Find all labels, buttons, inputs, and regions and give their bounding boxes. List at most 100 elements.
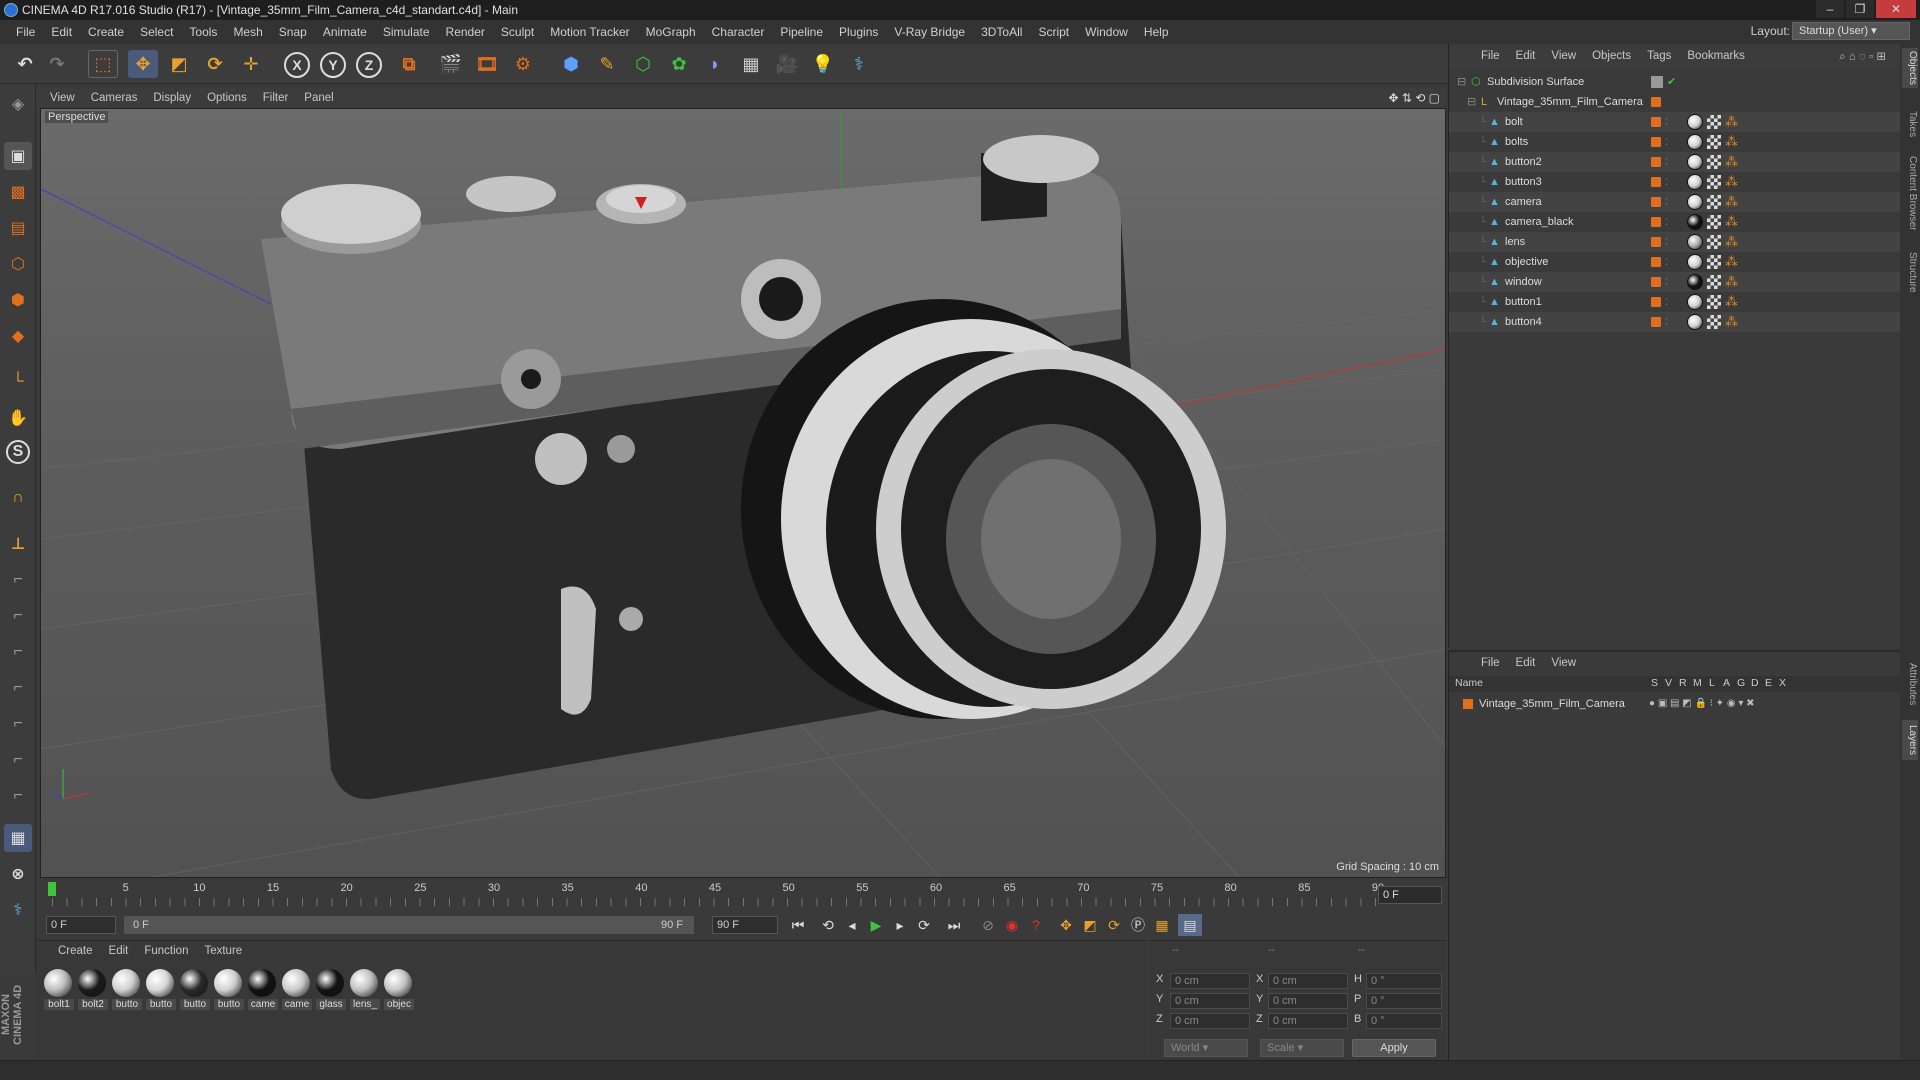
menu-character[interactable]: Character xyxy=(704,25,773,39)
uvw-tag-icon[interactable] xyxy=(1707,235,1721,249)
visibility-dots-icon[interactable]: ⁚ xyxy=(1665,232,1668,252)
move-tool-icon[interactable]: ✥ xyxy=(128,50,158,78)
material-tag-icon[interactable] xyxy=(1687,154,1703,170)
object-row-camera-black[interactable]: └ ▲ camera_black ⁚ ⁂ xyxy=(1449,212,1901,232)
coord-field[interactable]: 0 ° xyxy=(1366,993,1442,1009)
phong-tag-icon[interactable]: ⁂ xyxy=(1725,192,1738,212)
viewport-menu-options[interactable]: Options xyxy=(199,92,255,104)
menu-create[interactable]: Create xyxy=(80,25,132,39)
object-row-bolts[interactable]: └ ▲ bolts ⁚ ⁂ xyxy=(1449,132,1901,152)
snap-magnet-icon[interactable]: ∩ xyxy=(4,484,32,512)
tab-structure[interactable]: Structure xyxy=(1902,244,1918,300)
goto-end-icon[interactable]: ⏭ xyxy=(942,914,966,936)
z-axis-lock-icon[interactable]: Z xyxy=(356,52,382,78)
material-swatch[interactable]: came xyxy=(282,969,312,1010)
uvw-tag-icon[interactable] xyxy=(1707,135,1721,149)
visibility-dots-icon[interactable]: ⁚ xyxy=(1665,312,1668,332)
rotate-tool-icon[interactable]: ⟳ xyxy=(200,50,230,78)
render-picture-viewer-icon[interactable]: 🎞 xyxy=(472,50,502,78)
timeline-ruler[interactable]: 0 5 10 15 20 25 30 35 40 45 50 55 60 65 … xyxy=(40,880,1446,910)
polygons-mode-icon[interactable]: ◆ xyxy=(4,322,32,350)
uvw-tag-icon[interactable] xyxy=(1707,315,1721,329)
transform-tool-icon[interactable]: ✛ xyxy=(236,50,266,78)
brush-tool-3-icon[interactable]: ⌐ xyxy=(4,638,32,666)
material-tag-icon[interactable] xyxy=(1687,294,1703,310)
visibility-dots-icon[interactable]: ⁚ xyxy=(1665,192,1668,212)
object-manager-tools-icons[interactable]: ⌕ ⌂ ◌ ▫ ⊞ xyxy=(1831,49,1894,64)
layer-color-swatch[interactable] xyxy=(1651,76,1663,88)
phong-tag-icon[interactable]: ⁂ xyxy=(1725,292,1738,312)
tab-takes[interactable]: Takes xyxy=(1902,104,1918,144)
material-swatch[interactable]: butto xyxy=(214,969,244,1010)
tab-layers[interactable]: Layers xyxy=(1902,720,1918,760)
close-icon[interactable]: ✕ xyxy=(1876,0,1916,18)
material-tag-icon[interactable] xyxy=(1687,234,1703,250)
layer-tag-icon[interactable] xyxy=(1651,317,1661,327)
menu-motion-tracker[interactable]: Motion Tracker xyxy=(542,25,637,39)
material-swatch[interactable]: lens_ xyxy=(350,969,380,1010)
menu-simulate[interactable]: Simulate xyxy=(375,25,438,39)
material-menu-edit[interactable]: Edit xyxy=(101,945,137,957)
coord-field[interactable]: 0 cm xyxy=(1170,1013,1250,1029)
coord-field[interactable]: 0 ° xyxy=(1366,1013,1442,1029)
material-tag-icon[interactable] xyxy=(1687,194,1703,210)
menu-render[interactable]: Render xyxy=(438,25,493,39)
solo-mode-icon[interactable]: S xyxy=(6,440,30,464)
object-row-window[interactable]: └ ▲ window ⁚ ⁂ xyxy=(1449,272,1901,292)
previous-key-icon[interactable]: ⟲ xyxy=(816,914,840,936)
phong-tag-icon[interactable]: ⁂ xyxy=(1725,172,1738,192)
objects-menu-edit[interactable]: Edit xyxy=(1508,50,1544,62)
scale-key-icon[interactable]: ◩ xyxy=(1078,914,1102,936)
render-settings-icon[interactable]: ⚙ xyxy=(508,50,538,78)
undo-icon[interactable]: ↶ xyxy=(10,50,40,78)
axis-mode-icon[interactable]: └ xyxy=(4,368,32,396)
menu-help[interactable]: Help xyxy=(1136,25,1177,39)
brush-tool-4-icon[interactable]: ⌐ xyxy=(4,674,32,702)
frame-range-slider[interactable]: 0 F 90 F xyxy=(124,916,694,934)
objects-menu-objects[interactable]: Objects xyxy=(1584,50,1639,62)
live-selection-icon[interactable]: ⬚ xyxy=(88,50,118,78)
layer-tag-icon[interactable] xyxy=(1651,137,1661,147)
uvw-tag-icon[interactable] xyxy=(1707,255,1721,269)
coord-field[interactable]: 0 ° xyxy=(1366,973,1442,989)
workplane-icon[interactable]: ▤ xyxy=(4,214,32,242)
x-axis-lock-icon[interactable]: X xyxy=(284,52,310,78)
material-swatch[interactable]: butto xyxy=(180,969,210,1010)
visibility-dots-icon[interactable]: ⁚ xyxy=(1665,132,1668,152)
object-row-bolt[interactable]: └ ▲ bolt ⁚ ⁂ xyxy=(1449,112,1901,132)
material-swatch[interactable]: butto xyxy=(146,969,176,1010)
lock-workplane-icon[interactable]: ⊗ xyxy=(4,860,32,888)
brush-tool-6-icon[interactable]: ⌐ xyxy=(4,746,32,774)
object-row-group[interactable]: ⊟ L Vintage_35mm_Film_Camera xyxy=(1449,92,1901,112)
floor-icon[interactable]: ▦ xyxy=(736,50,766,78)
phong-tag-icon[interactable]: ⁂ xyxy=(1725,232,1738,252)
visibility-dots-icon[interactable]: ⁚ xyxy=(1665,112,1668,132)
brush-tool-7-icon[interactable]: ⌐ xyxy=(4,782,32,810)
object-row-camera[interactable]: └ ▲ camera ⁚ ⁂ xyxy=(1449,192,1901,212)
redo-icon[interactable]: ↷ xyxy=(42,50,72,78)
material-swatch[interactable]: glass xyxy=(316,969,346,1010)
layer-tag-icon[interactable] xyxy=(1651,157,1661,167)
layers-menu-file[interactable]: File xyxy=(1473,657,1508,669)
coordinate-system-icon[interactable]: ⧉ xyxy=(394,50,424,78)
uvw-tag-icon[interactable] xyxy=(1707,215,1721,229)
material-swatch[interactable]: butto xyxy=(112,969,142,1010)
brush-tool-5-icon[interactable]: ⌐ xyxy=(4,710,32,738)
play-icon[interactable]: ▶ xyxy=(864,914,888,936)
material-tag-icon[interactable] xyxy=(1687,214,1703,230)
viewport-menu-cameras[interactable]: Cameras xyxy=(83,92,146,104)
texture-mode-icon[interactable]: ▩ xyxy=(4,178,32,206)
workplane-axis-icon[interactable]: ⊥ xyxy=(4,530,32,558)
objects-menu-tags[interactable]: Tags xyxy=(1639,50,1679,62)
material-swatch[interactable]: came xyxy=(248,969,278,1010)
camera-icon[interactable]: 🎥 xyxy=(772,50,802,78)
playhead-marker[interactable] xyxy=(48,882,56,896)
menu-mesh[interactable]: Mesh xyxy=(225,25,270,39)
cloner-icon[interactable]: ✿ xyxy=(664,50,694,78)
visibility-dots-icon[interactable]: ⁚ xyxy=(1665,172,1668,192)
layer-row[interactable]: Vintage_35mm_Film_Camera ● ▣ ▤ ◩ 🔒 ⁝ ✦ ◉… xyxy=(1449,694,1901,714)
coord-space-dropdown[interactable]: World ▾ xyxy=(1164,1039,1248,1057)
keyframe-selection-icon[interactable]: ? xyxy=(1024,914,1048,936)
viewport-menu-view[interactable]: View xyxy=(36,92,83,104)
layer-tag-icon[interactable] xyxy=(1651,197,1661,207)
